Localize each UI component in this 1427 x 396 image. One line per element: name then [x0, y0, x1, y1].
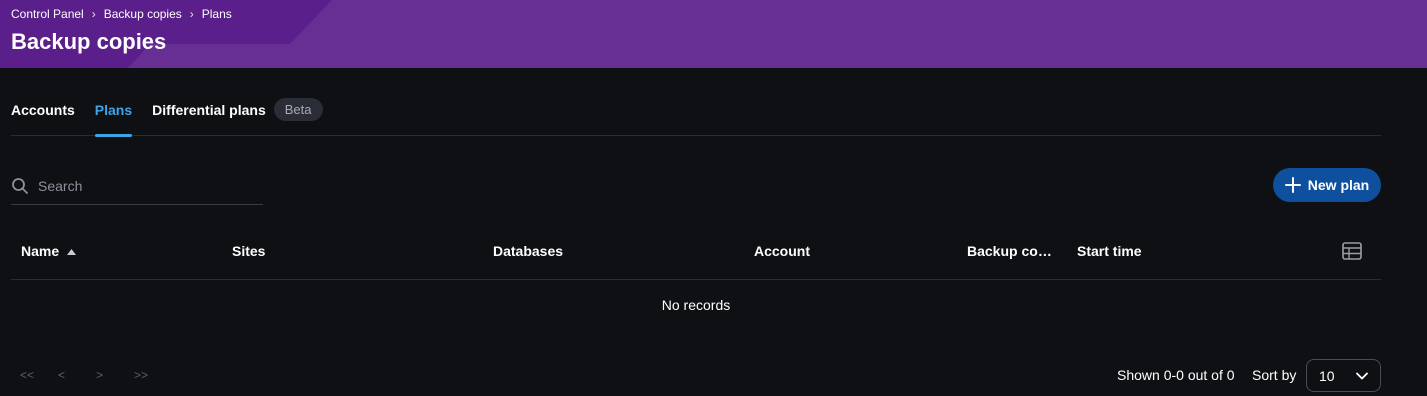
tab-plans[interactable]: Plans — [94, 96, 133, 137]
search-input[interactable] — [38, 178, 248, 194]
empty-state: No records — [661, 297, 731, 313]
new-plan-label: New plan — [1307, 177, 1370, 193]
page-size-select[interactable]: 10 — [1306, 359, 1381, 392]
page-size-value: 10 — [1319, 367, 1335, 384]
page-header: Control Panel › Backup copies › Plans Ba… — [0, 0, 1427, 68]
table-header: Name Sites Databases Account Backup copi… — [11, 224, 1381, 280]
breadcrumb-control-panel[interactable]: Control Panel — [11, 7, 84, 21]
next-page-button[interactable]: > — [96, 368, 134, 382]
tab-differential-plans-group: Differential plans Beta — [152, 96, 323, 136]
column-header-name[interactable]: Name — [21, 243, 77, 259]
last-page-button[interactable]: >> — [134, 368, 172, 382]
tab-bar: Accounts Plans Differential plans Beta — [11, 96, 1381, 137]
column-header-backup-copies[interactable]: Backup copi… — [967, 243, 1059, 259]
tab-differential-plans[interactable]: Differential plans — [152, 96, 266, 136]
column-label-name: Name — [21, 243, 60, 259]
search-icon — [12, 178, 28, 194]
chevron-down-icon — [1356, 372, 1368, 379]
sort-up-icon — [67, 249, 77, 256]
table-columns-icon[interactable] — [1342, 242, 1362, 260]
page-title: Backup copies — [11, 29, 167, 54]
breadcrumb-plans: Plans — [201, 7, 232, 21]
chevron-right-icon: › — [91, 7, 96, 21]
sort-by-label: Sort by — [1252, 367, 1297, 383]
breadcrumb-backup-copies[interactable]: Backup copies — [104, 7, 182, 21]
results-count: Shown 0-0 out of 0 — [1117, 367, 1235, 383]
chevron-right-icon: › — [189, 7, 194, 21]
column-header-start-time[interactable]: Start time — [1077, 243, 1142, 259]
search-box — [11, 168, 263, 205]
plus-icon — [1284, 177, 1301, 193]
tab-accounts[interactable]: Accounts — [11, 96, 75, 136]
column-header-sites[interactable]: Sites — [232, 243, 265, 259]
first-page-button[interactable]: << — [20, 368, 58, 382]
pagination-controls: << < > >> — [20, 368, 172, 382]
new-plan-button[interactable]: New plan — [1273, 168, 1381, 202]
column-header-databases[interactable]: Databases — [493, 243, 563, 259]
beta-badge: Beta — [273, 98, 323, 121]
column-header-account[interactable]: Account — [754, 243, 810, 259]
breadcrumb: Control Panel › Backup copies › Plans — [11, 7, 232, 21]
prev-page-button[interactable]: < — [58, 368, 96, 382]
